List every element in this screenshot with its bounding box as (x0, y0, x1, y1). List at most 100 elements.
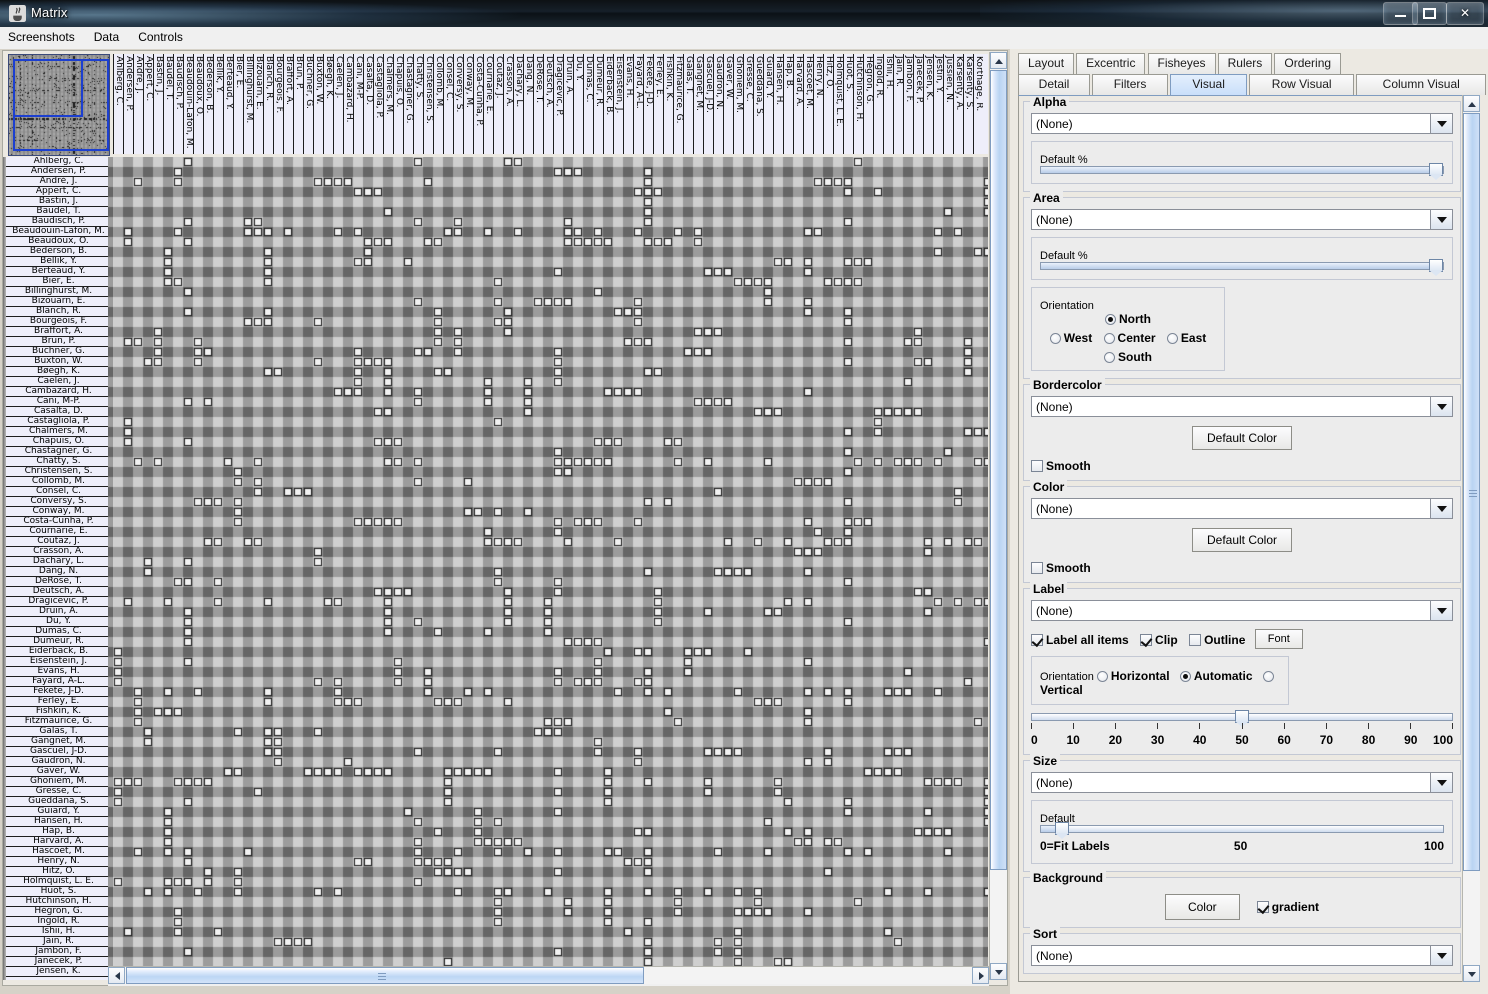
row-header-item[interactable]: Collomb, M. (6, 477, 111, 487)
column-header-item[interactable]: Bøegh, K. (323, 54, 333, 154)
row-header-item[interactable]: Appert, C. (6, 187, 111, 197)
row-header-item[interactable]: Gueddana, S. (6, 797, 111, 807)
row-header-item[interactable]: Deutsch, A. (6, 587, 111, 597)
column-header-item[interactable]: Dachary, L. (513, 54, 523, 154)
checkbox-icon[interactable] (1031, 634, 1043, 646)
column-header-item[interactable]: Conway, M. (463, 54, 473, 154)
row-header-item[interactable]: Costa-Cunha, P. (6, 517, 111, 527)
tab-layout[interactable]: Layout (1018, 53, 1074, 74)
column-header-item[interactable]: Casalta, D. (363, 54, 373, 154)
column-header-item[interactable]: Dumas, C. (583, 54, 593, 154)
tab-detail[interactable]: Detail (1018, 74, 1090, 95)
column-header-item[interactable]: Hitz, O. (823, 54, 833, 154)
checkbox-icon[interactable] (1189, 634, 1201, 646)
column-header-item[interactable]: Eiderbäck, B. (603, 54, 613, 154)
bordercolor-default-color-button[interactable]: Default Color (1192, 426, 1292, 450)
row-header-item[interactable]: Du, Y. (6, 617, 111, 627)
scroll-down-button[interactable] (990, 963, 1007, 980)
radio-north-icon[interactable] (1105, 314, 1116, 325)
tab-ordering[interactable]: Ordering (1274, 53, 1341, 74)
column-header-item[interactable]: Brun, P. (293, 54, 303, 154)
column-header-item[interactable]: Hap, B. (783, 54, 793, 154)
column-header-item[interactable]: Costa-Cunha, P. (473, 54, 483, 154)
horizontal-scroll-thumb[interactable] (126, 967, 644, 984)
area-slider-thumb[interactable] (1429, 259, 1443, 272)
column-header-item[interactable]: Gueddana, S. (753, 54, 763, 154)
label-font-button[interactable]: Font (1255, 629, 1303, 649)
overview-thumbnail[interactable] (8, 54, 110, 156)
chevron-down-icon[interactable] (1430, 397, 1452, 416)
row-header-item[interactable]: Hap, B. (6, 827, 111, 837)
column-header-item[interactable]: André, J. (133, 54, 143, 154)
column-header-item[interactable]: Chapuis, O. (393, 54, 403, 154)
row-header-item[interactable]: Harvard, A. (6, 837, 111, 847)
label-size-slider-track[interactable] (1031, 713, 1453, 721)
chevron-down-icon[interactable] (1430, 499, 1452, 518)
row-header-item[interactable]: Hansen, H. (6, 817, 111, 827)
row-header-item[interactable]: Jambon, F. (6, 947, 111, 957)
radio-vertical-icon[interactable] (1263, 671, 1274, 682)
row-header-item[interactable]: Hutchinson, H. (6, 897, 111, 907)
column-header-item[interactable]: Appert, C. (143, 54, 153, 154)
column-header-item[interactable]: Hascoët, M. (803, 54, 813, 154)
row-header-item[interactable]: Jain, R. (6, 937, 111, 947)
column-header-item[interactable]: Karsenty, A. (953, 54, 963, 154)
column-header-item[interactable]: Chatty, S. (413, 54, 423, 154)
row-header-item[interactable]: Coutaz, J. (6, 537, 111, 547)
radio-east[interactable]: East (1167, 331, 1206, 345)
checkbox-icon[interactable] (1257, 901, 1269, 913)
column-header-item[interactable]: Ingold, R. (873, 54, 883, 154)
row-header-item[interactable]: Huot, S. (6, 887, 111, 897)
row-header-item[interactable]: Baudisch, P. (6, 217, 111, 227)
row-header-item[interactable]: Hascoët, M. (6, 847, 111, 857)
color-default-color-button[interactable]: Default Color (1192, 528, 1292, 552)
row-header-item[interactable]: Conway, M. (6, 507, 111, 517)
column-header-item[interactable]: Chastagner, G. (403, 54, 413, 154)
menu-screenshots[interactable]: Screenshots (0, 27, 83, 47)
matrix-grid[interactable] (113, 157, 988, 980)
row-header-item[interactable]: Fishkin, K. (6, 707, 111, 717)
column-header-item[interactable]: Cani, M-P. (353, 54, 363, 154)
size-select[interactable]: (None) (1031, 772, 1453, 793)
row-header-item[interactable]: Hégron, G. (6, 907, 111, 917)
column-header-item[interactable]: Fekete, J-D. (643, 54, 653, 154)
vertical-scroll-thumb[interactable] (990, 70, 1007, 870)
column-header-item[interactable]: Berteaud, Y. (223, 54, 233, 154)
column-header-item[interactable]: Gaudron, N. (713, 54, 723, 154)
close-button[interactable]: ✕ (1446, 2, 1484, 25)
column-header-item[interactable]: Ghoniem, M. (733, 54, 743, 154)
column-header-item[interactable]: Jambon, F. (903, 54, 913, 154)
row-header-item[interactable]: Buchner, G. (6, 347, 111, 357)
row-header-item[interactable]: Holmquist, L. E. (6, 877, 111, 887)
checkbox-icon[interactable] (1031, 460, 1043, 472)
bordercolor-select[interactable]: (None) (1031, 396, 1453, 417)
row-header-item[interactable]: Beaudouin-Lafon, M. (6, 227, 111, 237)
row-header-item[interactable]: Evans, H. (6, 667, 111, 677)
radio-west[interactable]: West (1050, 331, 1096, 345)
tab-fisheyes[interactable]: Fisheyes (1148, 53, 1216, 74)
panel-scroll-down-button[interactable] (1463, 965, 1480, 982)
column-header-item[interactable]: Evans, H. (623, 54, 633, 154)
label-clip-checkbox[interactable]: Clip (1140, 633, 1181, 647)
checkbox-icon[interactable] (1031, 562, 1043, 574)
row-header-item[interactable]: Fekete, J-D. (6, 687, 111, 697)
row-header-item[interactable]: Gangnet, M. (6, 737, 111, 747)
row-header-item[interactable]: Ferley, E. (6, 697, 111, 707)
column-header-item[interactable]: Castagliola, P. (373, 54, 383, 154)
row-header-item[interactable]: Eiderbäck, B. (6, 647, 111, 657)
radio-automatic[interactable]: Automatic (1180, 669, 1256, 683)
scroll-right-button[interactable] (972, 967, 989, 984)
column-header-item[interactable]: Braffort, A. (283, 54, 293, 154)
row-header-item[interactable]: Berteaud, Y. (6, 267, 111, 277)
row-header-item[interactable]: Fitzmaurice, G. (6, 717, 111, 727)
row-header-item[interactable]: Dumeur, R. (6, 637, 111, 647)
column-header-item[interactable]: Jain, R. (893, 54, 903, 154)
radio-automatic-icon[interactable] (1180, 671, 1191, 682)
column-header-item[interactable]: Korthage, R. (973, 54, 983, 154)
row-header-item[interactable]: Caelen, J. (6, 377, 111, 387)
row-header-item[interactable]: Ghoniem, M. (6, 777, 111, 787)
row-header-item[interactable]: Janecek, P. (6, 957, 111, 967)
row-header-item[interactable]: Bøegh, K. (6, 367, 111, 377)
radio-horizontal[interactable]: Horizontal (1097, 669, 1173, 683)
column-header-item[interactable]: Fayard, A-L. (633, 54, 643, 154)
